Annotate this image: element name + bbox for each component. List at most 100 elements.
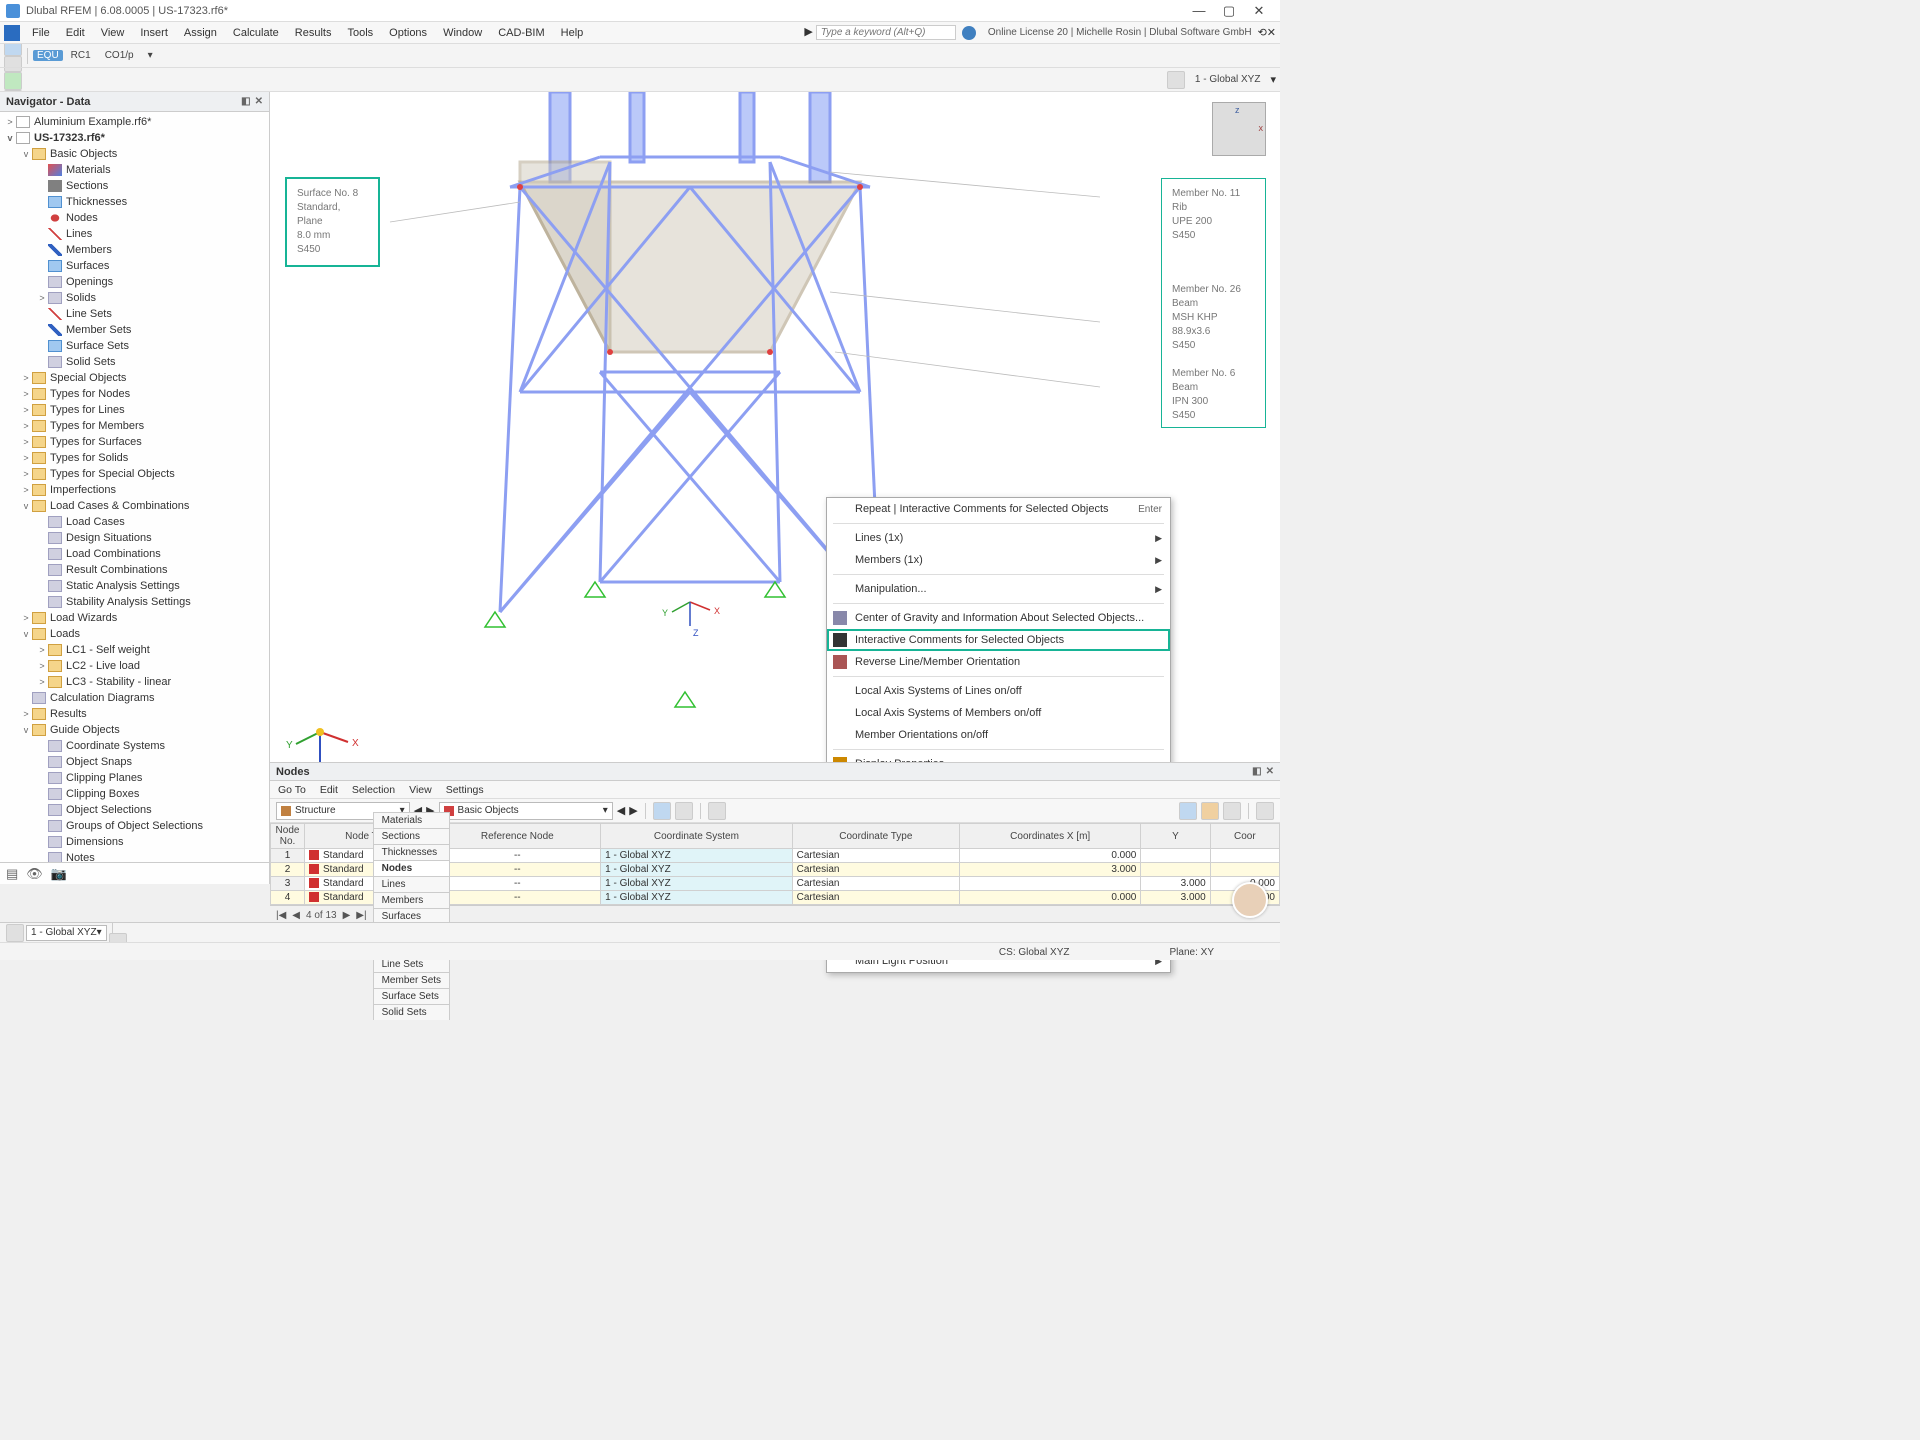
tree-item[interactable]: Design Situations bbox=[0, 530, 269, 546]
tree-item[interactable]: >Special Objects bbox=[0, 370, 269, 386]
tree-item[interactable]: >Types for Solids bbox=[0, 450, 269, 466]
toolbar-button[interactable] bbox=[4, 56, 22, 69]
tree-item[interactable]: >Types for Surfaces bbox=[0, 434, 269, 450]
equ-badge[interactable]: EQU bbox=[33, 50, 63, 61]
basicobjects-combo[interactable]: Basic Objects▾ bbox=[439, 802, 613, 820]
pin-icon[interactable]: ◧ bbox=[1252, 766, 1261, 777]
status-button[interactable] bbox=[109, 933, 127, 944]
menu-options[interactable]: Options bbox=[381, 27, 435, 39]
tree-item[interactable]: Surfaces bbox=[0, 258, 269, 274]
tree-item[interactable]: Member Sets bbox=[0, 322, 269, 338]
tree-item[interactable]: >Imperfections bbox=[0, 482, 269, 498]
tab-solid-sets[interactable]: Solid Sets bbox=[373, 1004, 450, 1020]
toolbar-button[interactable] bbox=[4, 44, 22, 56]
rc-label[interactable]: RC1 bbox=[65, 50, 97, 61]
combo-label[interactable]: CO1/p bbox=[99, 50, 140, 61]
ctx-item[interactable]: Lines (1x)▶ bbox=[827, 527, 1170, 549]
nav-prev-icon[interactable]: ◀ bbox=[617, 804, 625, 817]
close-button[interactable]: ✕ bbox=[1244, 1, 1274, 21]
dropdown-icon[interactable]: ▾ bbox=[1270, 73, 1276, 86]
tree-item[interactable]: vUS-17323.rf6* bbox=[0, 130, 269, 146]
navigator-tree[interactable]: >Aluminium Example.rf6*vUS-17323.rf6*vBa… bbox=[0, 112, 269, 862]
tree-item[interactable]: Coordinate Systems bbox=[0, 738, 269, 754]
toolbar-button[interactable] bbox=[1179, 802, 1197, 820]
tab-thicknesses[interactable]: Thicknesses bbox=[373, 844, 450, 860]
last-icon[interactable]: ▶| bbox=[354, 910, 368, 921]
close-icon[interactable]: ✕ bbox=[255, 96, 263, 107]
tree-item[interactable]: >Results bbox=[0, 706, 269, 722]
tree-item[interactable]: Lines bbox=[0, 226, 269, 242]
minimize-button[interactable]: — bbox=[1184, 1, 1214, 21]
tree-item[interactable]: >LC3 - Stability - linear bbox=[0, 674, 269, 690]
support-avatar[interactable] bbox=[1232, 882, 1268, 918]
global-cs-label[interactable]: 1 - Global XYZ bbox=[1189, 74, 1267, 85]
tree-item[interactable]: Surface Sets bbox=[0, 338, 269, 354]
tree-item[interactable]: vLoad Cases & Combinations bbox=[0, 498, 269, 514]
ctx-item[interactable]: Center of Gravity and Information About … bbox=[827, 607, 1170, 629]
tree-item[interactable]: Nodes bbox=[0, 210, 269, 226]
nav-next-icon[interactable]: ▶ bbox=[629, 804, 637, 817]
toolbar-button[interactable] bbox=[708, 802, 726, 820]
tree-item[interactable]: Sections bbox=[0, 178, 269, 194]
tree-item[interactable]: vGuide Objects bbox=[0, 722, 269, 738]
tree-item[interactable]: Load Cases bbox=[0, 514, 269, 530]
maximize-button[interactable]: ▢ bbox=[1214, 1, 1244, 21]
tree-item[interactable]: >Types for Special Objects bbox=[0, 466, 269, 482]
eye-icon[interactable]: 👁 bbox=[26, 866, 43, 882]
menu-tools[interactable]: Tools bbox=[339, 27, 381, 39]
ctx-item[interactable]: Members (1x)▶ bbox=[827, 549, 1170, 571]
menu-edit[interactable]: Edit bbox=[58, 27, 93, 39]
keyword-input[interactable] bbox=[816, 25, 956, 40]
menu-results[interactable]: Results bbox=[287, 27, 340, 39]
tab-surface-sets[interactable]: Surface Sets bbox=[373, 988, 450, 1004]
tree-item[interactable]: >LC2 - Live load bbox=[0, 658, 269, 674]
tab-member-sets[interactable]: Member Sets bbox=[373, 972, 450, 988]
close-icon[interactable]: ✕ bbox=[1266, 766, 1274, 777]
ctx-item[interactable]: Interactive Comments for Selected Object… bbox=[827, 629, 1170, 651]
ctx-item[interactable]: Local Axis Systems of Lines on/off bbox=[827, 680, 1170, 702]
tab-nodes[interactable]: Nodes bbox=[373, 860, 450, 876]
tree-item[interactable]: Load Combinations bbox=[0, 546, 269, 562]
tree-item[interactable]: >Types for Members bbox=[0, 418, 269, 434]
app-menu-icon[interactable] bbox=[4, 25, 20, 41]
tree-item[interactable]: Clipping Boxes bbox=[0, 786, 269, 802]
tree-item[interactable]: >Load Wizards bbox=[0, 610, 269, 626]
tree-item[interactable]: Calculation Diagrams bbox=[0, 690, 269, 706]
ctx-item[interactable]: Member Orientations on/off bbox=[827, 724, 1170, 746]
tab-sections[interactable]: Sections bbox=[373, 828, 450, 844]
toolbar-button[interactable] bbox=[675, 802, 693, 820]
menu-assign[interactable]: Assign bbox=[176, 27, 225, 39]
ctx-item[interactable]: Local Axis Systems of Members on/off bbox=[827, 702, 1170, 724]
tree-item[interactable]: >Aluminium Example.rf6* bbox=[0, 114, 269, 130]
tree-item[interactable]: vLoads bbox=[0, 626, 269, 642]
toolbar-button[interactable] bbox=[4, 72, 22, 90]
menu-insert[interactable]: Insert bbox=[132, 27, 176, 39]
tree-item[interactable]: >LC1 - Self weight bbox=[0, 642, 269, 658]
pin-icon[interactable]: ◧ bbox=[241, 96, 250, 107]
restore-button[interactable]: ⟲ bbox=[1258, 26, 1267, 39]
tree-item[interactable]: Object Snaps bbox=[0, 754, 269, 770]
tree-item[interactable]: Clipping Planes bbox=[0, 770, 269, 786]
tree-item[interactable]: Notes bbox=[0, 850, 269, 862]
tree-item[interactable]: Stability Analysis Settings bbox=[0, 594, 269, 610]
tab-members[interactable]: Members bbox=[373, 892, 450, 908]
tree-item[interactable]: Solid Sets bbox=[0, 354, 269, 370]
view-cube[interactable] bbox=[1212, 102, 1266, 156]
table-menu-item[interactable]: Go To bbox=[278, 784, 306, 796]
search-icon[interactable] bbox=[1256, 802, 1274, 820]
tree-item[interactable]: Groups of Object Selections bbox=[0, 818, 269, 834]
tree-item[interactable]: vBasic Objects bbox=[0, 146, 269, 162]
menu-view[interactable]: View bbox=[93, 27, 133, 39]
toolbar-button[interactable] bbox=[1201, 802, 1219, 820]
tree-item[interactable]: Thicknesses bbox=[0, 194, 269, 210]
tree-item[interactable]: >Types for Lines bbox=[0, 402, 269, 418]
menu-calculate[interactable]: Calculate bbox=[225, 27, 287, 39]
tree-item[interactable]: Members bbox=[0, 242, 269, 258]
menu-window[interactable]: Window bbox=[435, 27, 490, 39]
prev-icon[interactable]: ◀ bbox=[290, 910, 302, 921]
menu-file[interactable]: File bbox=[24, 27, 58, 39]
ctx-item[interactable]: Repeat | Interactive Comments for Select… bbox=[827, 498, 1170, 520]
table-menu-item[interactable]: Selection bbox=[352, 784, 395, 796]
table-menu-item[interactable]: Settings bbox=[446, 784, 484, 796]
menu-cad-bim[interactable]: CAD-BIM bbox=[490, 27, 552, 39]
